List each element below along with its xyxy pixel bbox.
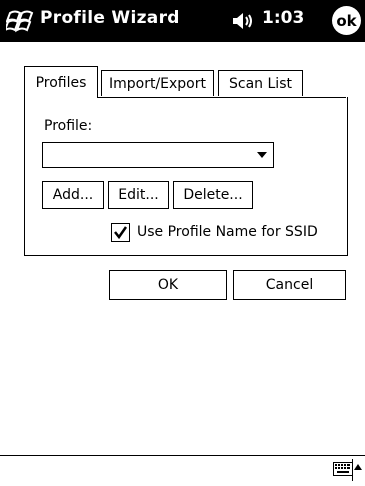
- chevron-up-icon[interactable]: [354, 464, 362, 470]
- windows-flag-icon[interactable]: [6, 9, 36, 33]
- chevron-down-icon: [257, 152, 267, 158]
- app-title: Profile Wizard: [40, 8, 180, 28]
- delete-button[interactable]: Delete...: [173, 181, 253, 209]
- clock[interactable]: 1:03: [262, 8, 304, 28]
- bottom-bar: [0, 455, 365, 486]
- cancel-button[interactable]: Cancel: [233, 270, 346, 300]
- checkmark-icon: [114, 226, 128, 240]
- ssid-checkbox-label[interactable]: Use Profile Name for SSID: [137, 224, 318, 240]
- ssid-checkbox[interactable]: [111, 223, 130, 242]
- sip-separator: [352, 459, 353, 481]
- add-button[interactable]: Add...: [42, 181, 104, 209]
- keyboard-icon[interactable]: [333, 462, 353, 476]
- profile-dropdown[interactable]: [42, 142, 274, 168]
- tab-profiles[interactable]: Profiles: [24, 66, 98, 98]
- edit-button[interactable]: Edit...: [108, 181, 169, 209]
- tab-scan-list[interactable]: Scan List: [218, 70, 303, 96]
- tab-import-export[interactable]: Import/Export: [101, 70, 214, 96]
- profile-label: Profile:: [44, 118, 93, 134]
- speaker-icon[interactable]: [232, 12, 254, 30]
- ok-button[interactable]: OK: [109, 270, 227, 300]
- ok-title-button[interactable]: ok: [332, 6, 361, 35]
- title-bar: Profile Wizard 1:03 ok: [0, 0, 365, 42]
